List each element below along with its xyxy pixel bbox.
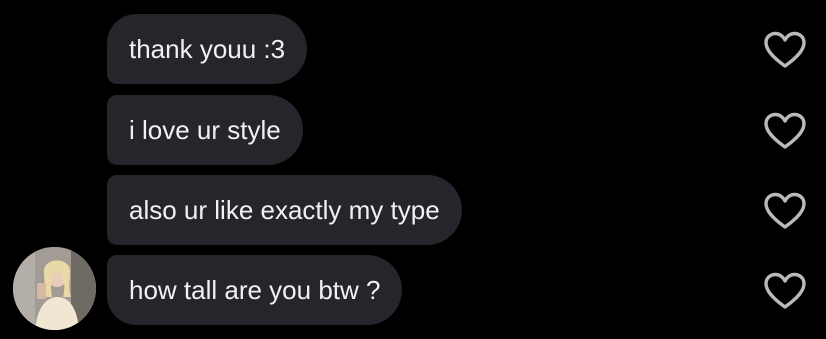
message-bubble[interactable]: i love ur style [107, 95, 303, 165]
like-button[interactable] [763, 191, 807, 231]
message-row: thank youu :3 [0, 14, 826, 84]
heart-outline-icon [764, 272, 806, 309]
message-bubble[interactable]: thank youu :3 [107, 14, 308, 84]
heart-outline-icon [764, 192, 806, 229]
message-row: i love ur style [0, 95, 826, 165]
avatar-photo [13, 247, 96, 330]
message-bubble[interactable]: also ur like exactly my type [107, 175, 462, 245]
heart-outline-icon [764, 31, 806, 68]
message-thread: thank youu :3 i love ur style also ur li… [0, 0, 826, 339]
message-bubble[interactable]: how tall are you btw ? [107, 255, 403, 325]
heart-outline-icon [764, 112, 806, 149]
like-button[interactable] [763, 111, 807, 151]
sender-avatar[interactable] [13, 247, 96, 330]
like-button[interactable] [763, 30, 807, 70]
message-row: how tall are you btw ? [0, 255, 826, 325]
message-row: also ur like exactly my type [0, 175, 826, 245]
like-button[interactable] [763, 271, 807, 311]
